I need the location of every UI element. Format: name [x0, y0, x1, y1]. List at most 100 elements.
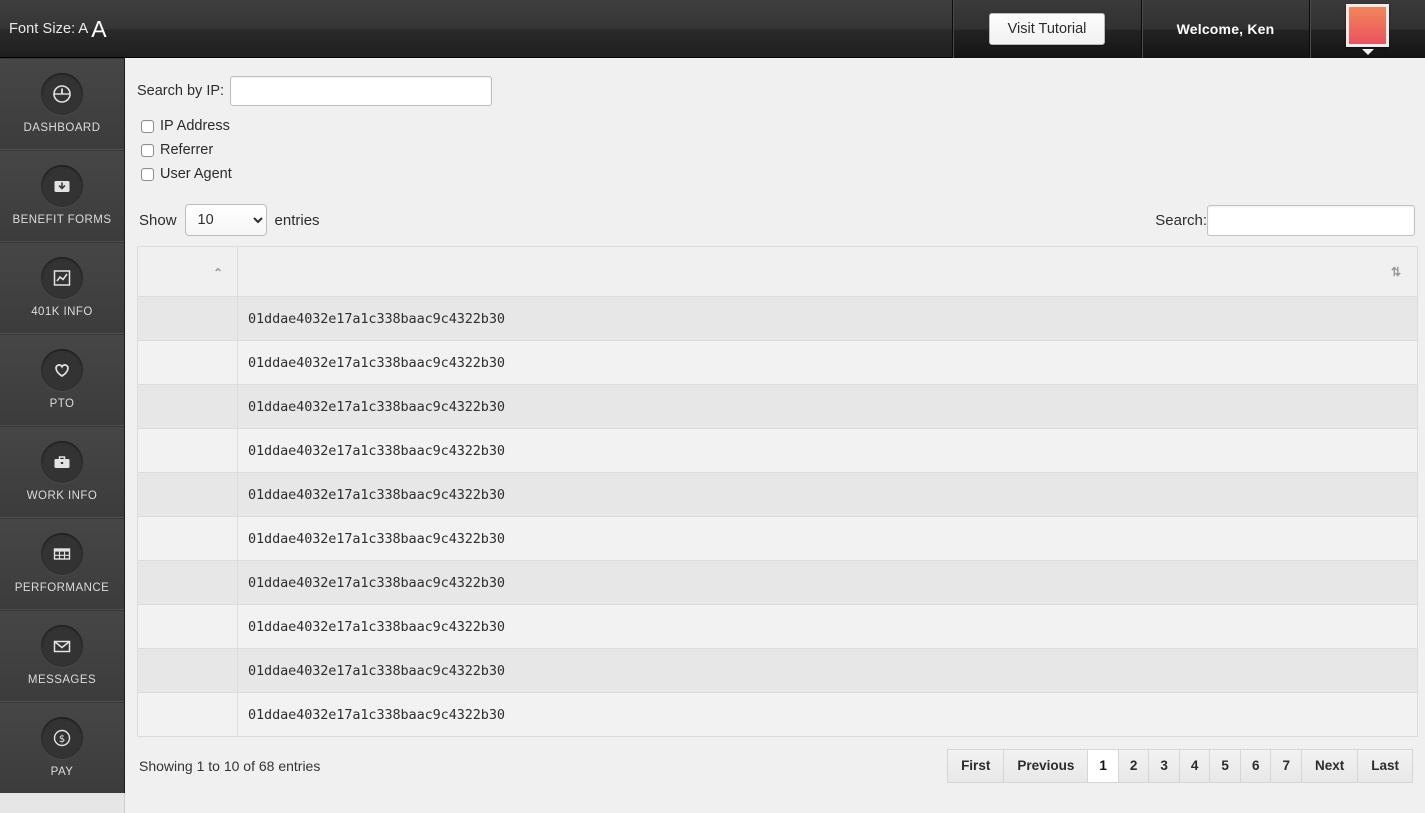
sidebar-item-pay[interactable]: $ PAY [0, 702, 124, 794]
checkbox-referrer[interactable] [141, 144, 154, 157]
pagination-button-previous[interactable]: Previous [1003, 749, 1087, 783]
table-search-control: Search: [1155, 205, 1415, 236]
sidebar-item-dashboard[interactable]: DASHBOARD [0, 58, 124, 150]
pagination-button-next[interactable]: Next [1301, 749, 1357, 783]
table-body: 01ddae4032e17a1c338baac9c4322b3001ddae40… [138, 297, 1418, 737]
dollar-circle-icon: $ [41, 717, 83, 759]
avatar-menu[interactable] [1309, 0, 1425, 58]
column-header-second[interactable]: ⇅ [238, 247, 1418, 297]
sidebar-item-label: WORK INFO [27, 490, 98, 502]
table-row[interactable]: 01ddae4032e17a1c338baac9c4322b30 [138, 473, 1418, 517]
table-controls: Show 10 25 50 100 entries Search: [137, 204, 1417, 236]
avatar-wrapper[interactable] [1346, 4, 1389, 55]
table-cell-hash: 01ddae4032e17a1c338baac9c4322b30 [238, 605, 1418, 649]
tutorial-cell: Visit Tutorial [952, 0, 1141, 58]
table-row[interactable]: 01ddae4032e17a1c338baac9c4322b30 [138, 341, 1418, 385]
pagination-button-first[interactable]: First [947, 749, 1003, 783]
font-size-label: Font Size: [9, 21, 75, 37]
table-cell-first [138, 605, 238, 649]
font-size-small-button[interactable]: A [78, 20, 88, 37]
pagination-button-1[interactable]: 1 [1087, 749, 1118, 783]
table-row[interactable]: 01ddae4032e17a1c338baac9c4322b30 [138, 429, 1418, 473]
filter-checkbox-group: IP Address Referrer User Agent [141, 114, 1417, 186]
gauge-icon [41, 73, 83, 115]
sidebar-item-pto[interactable]: PTO [0, 334, 124, 426]
sidebar-item-performance[interactable]: PERFORMANCE [0, 518, 124, 610]
pagination-button-last[interactable]: Last [1357, 749, 1413, 783]
sidebar-item-label: DASHBOARD [24, 122, 101, 134]
inbox-download-icon [41, 165, 83, 207]
sidebar-item-messages[interactable]: MESSAGES [0, 610, 124, 702]
table-cell-hash: 01ddae4032e17a1c338baac9c4322b30 [238, 429, 1418, 473]
search-label: Search: [1155, 212, 1207, 229]
checkbox-label: IP Address [160, 118, 230, 134]
checkbox-row-ip-address[interactable]: IP Address [141, 114, 1417, 138]
table-cell-hash: 01ddae4032e17a1c338baac9c4322b30 [238, 385, 1418, 429]
visit-tutorial-button[interactable]: Visit Tutorial [989, 13, 1106, 45]
font-size-large-button[interactable]: A [91, 18, 106, 41]
search-by-ip-label: Search by IP: [137, 83, 224, 99]
font-size-control[interactable]: Font Size: A A [0, 0, 952, 58]
chevron-down-icon[interactable] [1362, 49, 1374, 55]
column-header-first[interactable]: ⌃ [138, 247, 238, 297]
pagination-button-7[interactable]: 7 [1270, 749, 1301, 783]
showing-entries-text: Showing 1 to 10 of 68 entries [137, 758, 320, 774]
table-cell-first [138, 649, 238, 693]
checkbox-row-user-agent[interactable]: User Agent [141, 162, 1417, 186]
table-cell-hash: 01ddae4032e17a1c338baac9c4322b30 [238, 297, 1418, 341]
table-cell-first [138, 693, 238, 737]
table-cell-hash: 01ddae4032e17a1c338baac9c4322b30 [238, 473, 1418, 517]
sidebar-item-label: BENEFIT FORMS [13, 214, 112, 226]
table-cell-hash: 01ddae4032e17a1c338baac9c4322b30 [238, 561, 1418, 605]
table-row[interactable]: 01ddae4032e17a1c338baac9c4322b30 [138, 517, 1418, 561]
pagination-button-6[interactable]: 6 [1240, 749, 1271, 783]
sidebar-item-benefit-forms[interactable]: BENEFIT FORMS [0, 150, 124, 242]
sidebar-item-label: PAY [51, 766, 74, 778]
table-cell-hash: 01ddae4032e17a1c338baac9c4322b30 [238, 517, 1418, 561]
sidebar-item-label: PERFORMANCE [15, 582, 109, 594]
checkbox-ip-address[interactable] [141, 120, 154, 133]
sort-asc-icon[interactable]: ⌃ [213, 267, 223, 279]
table-cell-first [138, 341, 238, 385]
table-row[interactable]: 01ddae4032e17a1c338baac9c4322b30 [138, 561, 1418, 605]
table-header-row: ⌃ ⇅ [138, 247, 1418, 297]
table-cell-first [138, 561, 238, 605]
pagination: FirstPrevious1234567NextLast [947, 749, 1413, 783]
table-row[interactable]: 01ddae4032e17a1c338baac9c4322b30 [138, 297, 1418, 341]
sidebar-item-work-info[interactable]: WORK INFO [0, 426, 124, 518]
checkbox-label: User Agent [160, 166, 232, 182]
table-row[interactable]: 01ddae4032e17a1c338baac9c4322b30 [138, 693, 1418, 737]
briefcase-icon [41, 441, 83, 483]
table-search-input[interactable] [1207, 205, 1415, 236]
pagination-button-4[interactable]: 4 [1179, 749, 1210, 783]
table-row[interactable]: 01ddae4032e17a1c338baac9c4322b30 [138, 385, 1418, 429]
table-footer: Showing 1 to 10 of 68 entries FirstPrevi… [137, 749, 1417, 783]
search-by-ip-input[interactable] [230, 76, 492, 106]
welcome-message: Welcome, Ken [1177, 21, 1275, 37]
table-cell-hash: 01ddae4032e17a1c338baac9c4322b30 [238, 649, 1418, 693]
entries-label: entries [275, 212, 320, 229]
checkbox-row-referrer[interactable]: Referrer [141, 138, 1417, 162]
envelope-icon [41, 625, 83, 667]
avatar[interactable] [1346, 4, 1389, 47]
top-header-bar: Font Size: A A Visit Tutorial Welcome, K… [0, 0, 1425, 58]
table-row[interactable]: 01ddae4032e17a1c338baac9c4322b30 [138, 605, 1418, 649]
sidebar-item-label: PTO [50, 398, 75, 410]
table-cell-first [138, 429, 238, 473]
table-head: ⌃ ⇅ [138, 247, 1418, 297]
pagination-button-5[interactable]: 5 [1209, 749, 1240, 783]
sidebar-item-label: 401K INFO [31, 306, 93, 318]
sort-both-icon[interactable]: ⇅ [1391, 266, 1401, 278]
main-content: Search by IP: IP Address Referrer User A… [125, 58, 1425, 813]
table-row[interactable]: 01ddae4032e17a1c338baac9c4322b30 [138, 649, 1418, 693]
sidebar-item-401k-info[interactable]: 401K INFO [0, 242, 124, 334]
entries-per-page-select[interactable]: 10 25 50 100 [185, 204, 267, 236]
heart-icon [41, 349, 83, 391]
show-entries-control: Show 10 25 50 100 entries [139, 204, 320, 236]
pagination-button-2[interactable]: 2 [1118, 749, 1149, 783]
table-cell-first [138, 517, 238, 561]
table-cell-hash: 01ddae4032e17a1c338baac9c4322b30 [238, 693, 1418, 737]
checkbox-user-agent[interactable] [141, 168, 154, 181]
pagination-button-3[interactable]: 3 [1148, 749, 1179, 783]
svg-text:$: $ [59, 734, 65, 745]
